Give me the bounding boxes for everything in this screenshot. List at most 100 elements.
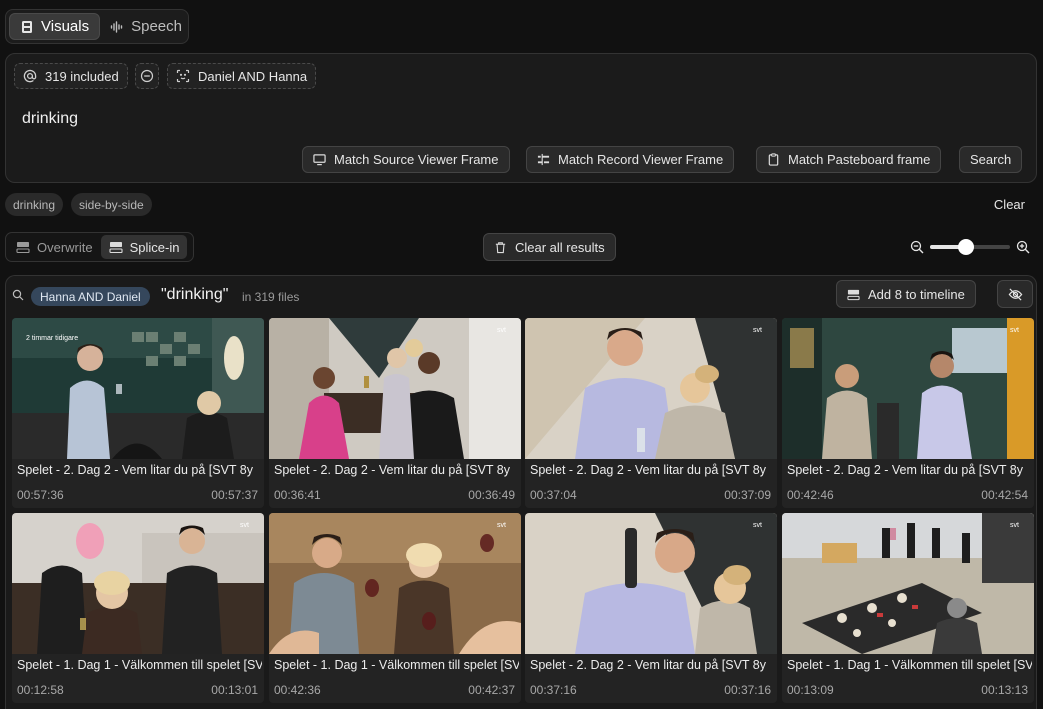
splice-in-label: Splice-in (129, 239, 180, 255)
timecode-in: 00:42:46 (787, 488, 834, 502)
tag-chip[interactable]: drinking (5, 193, 64, 216)
search-query-text[interactable]: drinking (22, 110, 78, 128)
match-source-viewer-button[interactable]: Match Source Viewer Frame (302, 146, 510, 173)
timecode-out: 00:42:37 (468, 683, 515, 697)
thumbnail-image: svt (525, 318, 777, 459)
match-source-label: Match Source Viewer Frame (334, 152, 499, 167)
thumbnail: svt (12, 513, 264, 654)
thumbnail-image: 2 timmar tidigare (12, 318, 264, 459)
timecode-in: 00:36:41 (274, 488, 321, 502)
thumbnail-badge: svt (1010, 522, 1019, 529)
thumbnail-badge: svt (497, 327, 506, 334)
clip-title: Spelet - 1. Dag 1 - Välkommen till spele… (17, 658, 262, 672)
hide-results-button[interactable] (997, 280, 1033, 308)
overwrite-option[interactable]: Overwrite (8, 235, 101, 259)
clip-title: Spelet - 2. Dag 2 - Vem litar du på [SVT… (530, 463, 766, 477)
match-record-label: Match Record Viewer Frame (558, 152, 724, 167)
timecode-in: 00:57:36 (17, 488, 64, 502)
thumbnail: svt (269, 513, 521, 654)
result-card[interactable]: svt Spelet - 1. Dag 1 - Välkommen till s… (12, 513, 264, 703)
thumbnail: svt (269, 318, 521, 459)
included-chip[interactable]: 319 included (14, 63, 128, 89)
clip-title: Spelet - 1. Dag 1 - Välkommen till spele… (787, 658, 1032, 672)
monitor-icon (313, 154, 326, 166)
thumbnail: 2 timmar tidigare (12, 318, 264, 459)
search-button[interactable]: Search (959, 146, 1023, 173)
clip-title: Spelet - 2. Dag 2 - Vem litar du på [SVT… (17, 463, 253, 477)
timecode-in: 00:12:58 (17, 683, 64, 697)
result-card[interactable]: svt Spelet - 1. Dag 1 - Välkommen till s… (269, 513, 521, 703)
timeline-add-icon (847, 289, 860, 300)
zoom-in-icon[interactable] (1016, 240, 1030, 254)
waveform-icon (110, 20, 123, 33)
overwrite-icon (16, 242, 30, 254)
result-card[interactable]: svt Spelet - 2. Dag 2 - Vem litar du på … (782, 318, 1034, 508)
tab-speech[interactable]: Speech (100, 13, 192, 40)
timecode-out: 00:57:37 (211, 488, 258, 502)
add-to-timeline-button[interactable]: Add 8 to timeline (836, 280, 976, 308)
minus-circle-icon (140, 69, 154, 83)
clear-button[interactable]: Clear (994, 197, 1025, 212)
thumbnail-image: svt (782, 513, 1034, 654)
timecode-in: 00:37:04 (530, 488, 577, 502)
thumbnail-image: svt (269, 513, 521, 654)
eye-off-icon (1008, 287, 1022, 301)
result-card[interactable]: svt Spelet - 2. Dag 2 - Vem litar du på … (269, 318, 521, 508)
thumbnail-badge: svt (240, 522, 249, 529)
people-chip[interactable]: Daniel AND Hanna (167, 63, 317, 89)
timecode-out: 00:37:16 (724, 683, 771, 697)
timecode-out: 00:13:13 (981, 683, 1028, 697)
match-record-viewer-button[interactable]: Match Record Viewer Frame (526, 146, 735, 173)
search-button-label: Search (970, 152, 1012, 167)
people-chip-label: Daniel AND Hanna (198, 68, 308, 84)
film-icon (22, 20, 32, 33)
zoom-slider-thumb[interactable] (958, 239, 974, 255)
thumbnail-image: svt (12, 513, 264, 654)
mode-switcher: Visuals Speech (5, 9, 189, 44)
timecode-out: 00:37:09 (724, 488, 771, 502)
splice-in-option[interactable]: Splice-in (100, 235, 188, 259)
thumbnail-image: svt (525, 513, 777, 654)
zoom-out-icon[interactable] (910, 240, 924, 254)
result-card[interactable]: svt Spelet - 1. Dag 1 - Välkommen till s… (782, 513, 1034, 703)
timeline-icon (537, 153, 550, 166)
timecode-in: 00:37:16 (530, 683, 577, 697)
zoom-slider[interactable] (930, 239, 1010, 255)
thumbnail-badge: svt (497, 522, 506, 529)
exclude-toggle[interactable] (135, 63, 159, 89)
thumbnail-image: svt (782, 318, 1034, 459)
clear-all-results-button[interactable]: Clear all results (483, 233, 616, 261)
splice-icon (109, 242, 123, 254)
result-card[interactable]: svt Spelet - 2. Dag 2 - Vem litar du på … (525, 318, 777, 508)
clipboard-icon (768, 153, 779, 166)
edit-mode-switcher: Overwrite Splice-in (5, 232, 194, 262)
thumbnail: svt (525, 513, 777, 654)
thumbnail-badge: svt (753, 327, 762, 334)
trash-icon (495, 241, 506, 253)
results-panel: Hanna AND Daniel "drinking" in 319 files… (5, 275, 1037, 709)
result-card[interactable]: 2 timmar tidigare Spelet - 2. Dag 2 - Ve… (12, 318, 264, 508)
tab-visuals[interactable]: Visuals (9, 13, 101, 40)
face-scan-icon (176, 69, 190, 83)
overwrite-label: Overwrite (37, 239, 93, 255)
clip-title: Spelet - 2. Dag 2 - Vem litar du på [SVT… (787, 463, 1023, 477)
timecode-out: 00:42:54 (981, 488, 1028, 502)
people-filter-pill[interactable]: Hanna AND Daniel (31, 287, 150, 306)
thumbnail-badge: svt (753, 522, 762, 529)
tab-label: Visuals (41, 18, 90, 35)
result-card[interactable]: svt Spelet - 2. Dag 2 - Vem litar du på … (525, 513, 777, 703)
results-count: in 319 files (242, 290, 300, 304)
included-chip-label: 319 included (45, 68, 119, 84)
thumbnail-image: svt (269, 318, 521, 459)
tab-label: Speech (131, 18, 182, 35)
query-panel: 319 included Daniel AND Hanna drinking M… (5, 53, 1037, 183)
tag-chip[interactable]: side-by-side (71, 193, 152, 216)
timecode-out: 00:36:49 (468, 488, 515, 502)
thumbnail: svt (782, 318, 1034, 459)
at-icon (23, 69, 37, 83)
clear-all-label: Clear all results (515, 239, 605, 255)
clip-title: Spelet - 1. Dag 1 - Välkommen till spele… (274, 658, 519, 672)
thumbnail-badge: 2 timmar tidigare (26, 335, 78, 342)
match-pasteboard-button[interactable]: Match Pasteboard frame (756, 146, 942, 173)
search-icon (12, 289, 24, 301)
